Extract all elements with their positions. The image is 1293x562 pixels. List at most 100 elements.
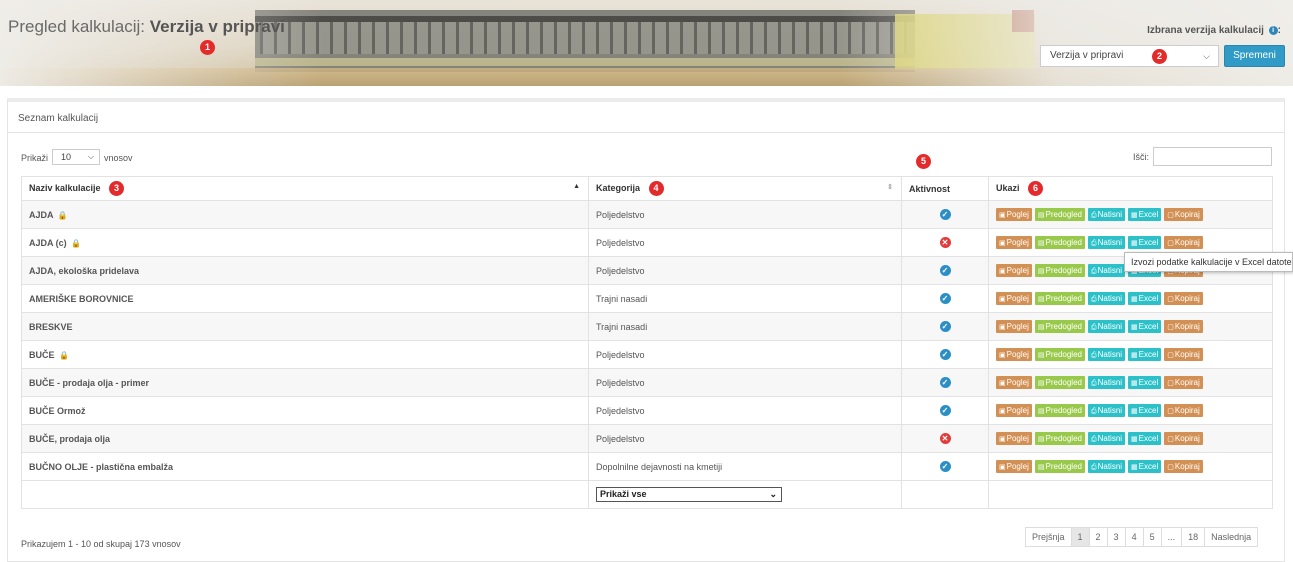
table-row: BUČE Ormož Poljedelstvo ✓ ▣Poglej ▤Predogled…	[21, 396, 1273, 425]
sort-icon: ⇕	[887, 184, 893, 191]
panel-title: Seznam kalkulacij	[18, 113, 99, 124]
preview-button-label: Predogled	[1045, 210, 1082, 219]
copy-button-label: Kopiraj	[1174, 434, 1200, 443]
copy-button-label: Kopiraj	[1174, 238, 1200, 247]
copy-button-label: Kopiraj	[1174, 378, 1200, 387]
view-button[interactable]: ▣Poglej	[996, 348, 1032, 361]
excel-button[interactable]: ▦Excel	[1128, 208, 1162, 221]
copy-button[interactable]: ▢Kopiraj	[1164, 236, 1203, 249]
column-header-name[interactable]: Naziv kalkulacije 3 ▲	[21, 176, 589, 201]
view-icon: ▣	[999, 408, 1006, 415]
row-actions: ▣Poglej▤Predogled⎙Natisni▦Excel▢Kopiraj	[988, 312, 1273, 341]
preview-button[interactable]: ▤Predogled	[1034, 208, 1085, 221]
preview-button[interactable]: ▤Predogled	[1034, 376, 1085, 389]
copy-icon: ▢	[1167, 352, 1174, 359]
version-select[interactable]: Verzija v pripravi ⌵	[1040, 45, 1219, 67]
banner-fade	[0, 0, 1293, 86]
view-button[interactable]: ▣Poglej	[996, 404, 1032, 417]
print-button[interactable]: ⎙Natisni	[1087, 404, 1126, 417]
view-button[interactable]: ▣Poglej	[996, 208, 1032, 221]
change-version-button[interactable]: Spremeni	[1224, 45, 1285, 67]
category-filter-select[interactable]: Prikaži vse ⌄	[596, 487, 782, 502]
copy-button[interactable]: ▢Kopiraj	[1164, 432, 1203, 445]
page-title: Pregled kalkulacij: Verzija v pripravi	[8, 17, 285, 37]
info-icon[interactable]: i	[1268, 26, 1278, 35]
preview-icon: ▤	[1037, 464, 1045, 471]
lock-icon: 🔒	[59, 350, 69, 360]
excel-icon: ▦	[1131, 324, 1138, 331]
print-button[interactable]: ⎙Natisni	[1087, 264, 1126, 277]
row-actions: ▣Poglej▤Predogled⎙Natisni▦Excel▢Kopiraj	[988, 200, 1273, 229]
view-button[interactable]: ▣Poglej	[996, 264, 1032, 277]
print-button[interactable]: ⎙Natisni	[1087, 292, 1126, 305]
annotation-badge-4: 4	[648, 181, 664, 196]
print-button[interactable]: ⎙Natisni	[1087, 320, 1126, 333]
view-button[interactable]: ▣Poglej	[996, 292, 1032, 305]
print-button[interactable]: ⎙Natisni	[1087, 432, 1126, 445]
preview-button-label: Predogled	[1045, 238, 1082, 247]
pager-page[interactable]: 4	[1126, 528, 1144, 546]
pager-page[interactable]: 1	[1071, 528, 1090, 546]
print-button[interactable]: ⎙Natisni	[1087, 460, 1126, 473]
search-input[interactable]	[1153, 147, 1272, 166]
copy-icon: ▢	[1167, 212, 1174, 219]
page-length-select[interactable]: 10 ⌵	[52, 149, 100, 165]
preview-icon: ▤	[1037, 352, 1045, 359]
pager-page[interactable]: 3	[1108, 528, 1126, 546]
excel-icon: ▦	[1131, 464, 1138, 471]
preview-button[interactable]: ▤Predogled	[1034, 348, 1085, 361]
view-button[interactable]: ▣Poglej	[996, 460, 1032, 473]
preview-icon: ▤	[1037, 268, 1045, 275]
copy-button[interactable]: ▢Kopiraj	[1164, 376, 1203, 389]
copy-button[interactable]: ▢Kopiraj	[1164, 404, 1203, 417]
view-button[interactable]: ▣Poglej	[996, 236, 1032, 249]
copy-button[interactable]: ▢Kopiraj	[1164, 460, 1203, 473]
pager-page[interactable]: 2	[1090, 528, 1108, 546]
excel-button-label: Excel	[1138, 434, 1159, 443]
view-button[interactable]: ▣Poglej	[996, 376, 1032, 389]
copy-button[interactable]: ▢Kopiraj	[1164, 348, 1203, 361]
annotation-badge-3: 3	[109, 181, 125, 196]
preview-button[interactable]: ▤Predogled	[1034, 404, 1085, 417]
copy-icon: ▢	[1167, 240, 1174, 247]
preview-button[interactable]: ▤Predogled	[1034, 432, 1085, 445]
pager-previous[interactable]: Prejšnja	[1026, 528, 1072, 546]
pager-next[interactable]: Naslednja	[1205, 528, 1257, 546]
copy-button[interactable]: ▢Kopiraj	[1164, 320, 1203, 333]
pager-page[interactable]: 18	[1182, 528, 1206, 546]
view-button[interactable]: ▣Poglej	[996, 320, 1032, 333]
row-name-text: BUČNO OLJE - plastična embalža	[29, 461, 174, 472]
copy-button[interactable]: ▢Kopiraj	[1164, 208, 1203, 221]
excel-button[interactable]: ▦Excel	[1128, 292, 1162, 305]
pager-page[interactable]: 5	[1144, 528, 1162, 546]
view-button-label: Poglej	[1006, 266, 1029, 275]
version-label: Izbrana verzija kalkulacij i:	[1147, 25, 1281, 36]
copy-button[interactable]: ▢Kopiraj	[1164, 292, 1203, 305]
excel-button[interactable]: ▦Excel	[1128, 348, 1162, 361]
view-icon: ▣	[999, 240, 1006, 247]
excel-button-label: Excel	[1138, 350, 1159, 359]
excel-button[interactable]: ▦Excel	[1128, 236, 1162, 249]
excel-button[interactable]: ▦Excel	[1128, 320, 1162, 333]
preview-button[interactable]: ▤Predogled	[1034, 264, 1085, 277]
print-button[interactable]: ⎙Natisni	[1087, 236, 1126, 249]
row-activity: ✓	[901, 312, 989, 341]
print-button[interactable]: ⎙Natisni	[1087, 376, 1126, 389]
preview-button[interactable]: ▤Predogled	[1034, 460, 1085, 473]
preview-button[interactable]: ▤Predogled	[1034, 292, 1085, 305]
excel-button[interactable]: ▦Excel	[1128, 404, 1162, 417]
view-button-label: Poglej	[1006, 462, 1029, 471]
print-button[interactable]: ⎙Natisni	[1087, 348, 1126, 361]
excel-button[interactable]: ▦Excel	[1128, 376, 1162, 389]
excel-button[interactable]: ▦Excel	[1128, 432, 1162, 445]
print-button[interactable]: ⎙Natisni	[1087, 208, 1126, 221]
row-activity: ✓	[901, 284, 989, 313]
excel-icon: ▦	[1131, 240, 1138, 247]
excel-button[interactable]: ▦Excel	[1128, 460, 1162, 473]
table-body: AJDA 🔒 Poljedelstvo ✓ ▣Poglej ▤Predogled ⎙Nat…	[21, 200, 1273, 509]
column-header-category[interactable]: Kategorija 4 ⇕	[588, 176, 902, 201]
preview-button[interactable]: ▤Predogled	[1034, 236, 1085, 249]
view-button[interactable]: ▣Poglej	[996, 432, 1032, 445]
row-name-text: BUČE	[29, 349, 55, 360]
preview-button[interactable]: ▤Predogled	[1034, 320, 1085, 333]
